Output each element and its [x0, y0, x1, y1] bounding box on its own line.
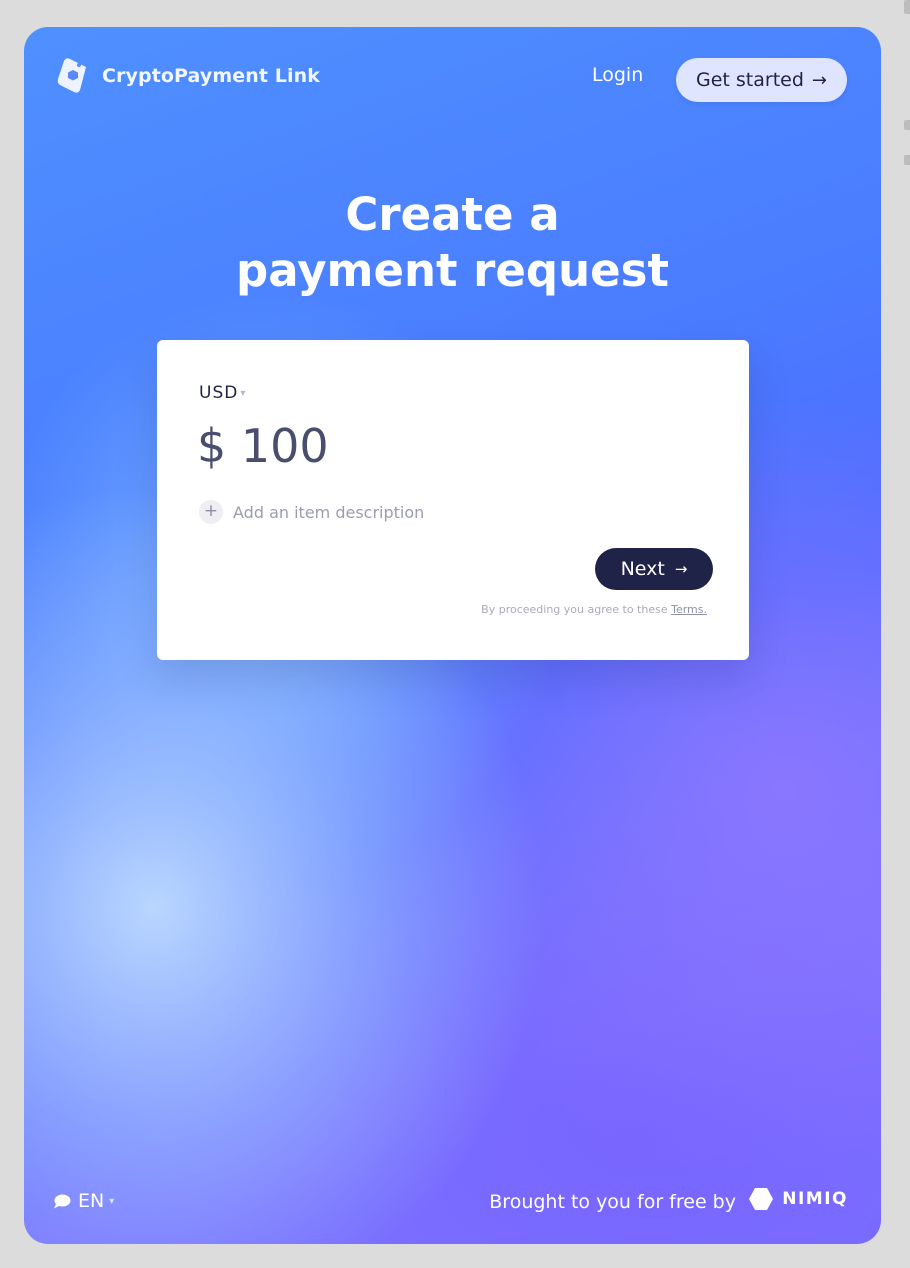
currency-value: USD [199, 383, 239, 403]
login-link[interactable]: Login [592, 64, 643, 86]
brought-by-text: Brought to you for free by [489, 1191, 736, 1213]
device-side-button [904, 0, 910, 14]
language-select[interactable]: EN ▾ [53, 1190, 114, 1212]
device-frame: CryptoPayment Link Login Get started → C… [0, 0, 910, 1268]
device-side-button [904, 155, 910, 165]
terms-link[interactable]: Terms. [671, 603, 707, 616]
chat-bubble-icon [54, 1194, 71, 1208]
currency-select[interactable]: USD ▾ [199, 383, 246, 403]
footer: EN ▾ Brought to you for free by NIMIQ [24, 1177, 881, 1227]
nimiq-brand-link[interactable]: NIMIQ [748, 1187, 848, 1211]
app-screen: CryptoPayment Link Login Get started → C… [24, 27, 881, 1244]
amount-input[interactable] [197, 416, 697, 476]
page-title-text: Create a payment request [236, 188, 669, 297]
app-name: CryptoPayment Link [102, 65, 320, 87]
next-button[interactable]: Next → [595, 548, 713, 590]
tag-hexagon-icon [57, 58, 86, 93]
terms-notice: By proceeding you agree to these Terms. [481, 603, 707, 616]
arrow-right-icon: → [811, 69, 827, 91]
page-title: Create a payment request [24, 187, 881, 299]
add-description-label: Add an item description [233, 502, 425, 522]
payment-request-card: USD ▾ + Add an item description Next → B… [157, 340, 749, 660]
caret-down-icon: ▾ [109, 1195, 115, 1207]
top-nav: CryptoPayment Link Login Get started → [24, 27, 881, 137]
app-logo[interactable]: CryptoPayment Link [56, 57, 320, 95]
arrow-right-icon: → [674, 560, 688, 578]
plus-icon: + [199, 500, 223, 524]
add-description-button[interactable]: + Add an item description [199, 500, 424, 524]
device-side-button [904, 120, 910, 130]
caret-down-icon: ▾ [240, 387, 247, 399]
next-label: Next [620, 558, 665, 580]
get-started-label: Get started [696, 69, 804, 91]
get-started-button[interactable]: Get started → [676, 58, 847, 102]
nimiq-brand-name: NIMIQ [782, 1189, 848, 1209]
language-value: EN [78, 1190, 105, 1212]
nimiq-hexagon-icon [749, 1188, 774, 1210]
terms-prefix: By proceeding you agree to these [481, 603, 668, 616]
